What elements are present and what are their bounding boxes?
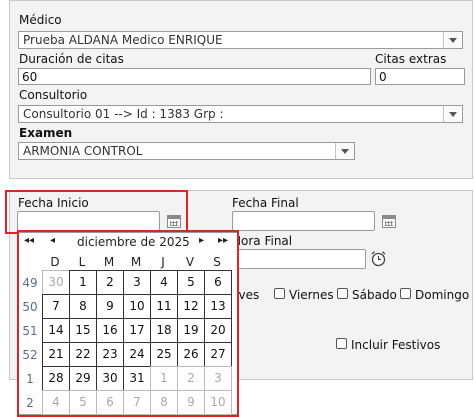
sabado-checkbox[interactable] <box>337 288 348 299</box>
extras-value: 0 <box>379 70 387 84</box>
fecha-inicio-highlight <box>5 190 188 234</box>
duracion-input[interactable]: 60 <box>18 68 371 85</box>
consultorio-value: Consultorio 01 --> Id : 1383 Grp : <box>23 107 224 121</box>
fecha-final-label: Fecha Final <box>232 196 299 210</box>
domingo-checkbox[interactable] <box>400 288 411 299</box>
extras-label: Citas extras <box>375 52 447 66</box>
consultorio-select[interactable]: Consultorio 01 --> Id : 1383 Grp : <box>18 105 463 123</box>
festivos-checkbox[interactable] <box>336 338 347 349</box>
medico-value: Prueba ALDANA Medico ENRIQUE <box>23 33 223 47</box>
medico-label: Médico <box>19 13 62 27</box>
viernes-label: Viernes <box>289 288 334 302</box>
calendar-highlight <box>17 230 239 417</box>
clock-icon[interactable] <box>370 250 387 267</box>
fecha-final-input[interactable] <box>232 211 375 231</box>
examen-select[interactable]: ARMONIA CONTROL <box>18 142 355 160</box>
extras-input[interactable]: 0 <box>375 68 465 85</box>
chevron-down-icon[interactable] <box>443 32 462 48</box>
duracion-value: 60 <box>22 70 38 84</box>
examen-label: Examen <box>19 126 73 140</box>
calendar-icon[interactable] <box>382 215 396 228</box>
festivos-label: Incluir Festivos <box>351 338 441 352</box>
chevron-down-icon[interactable] <box>443 106 462 122</box>
medico-select[interactable]: Prueba ALDANA Medico ENRIQUE <box>18 31 463 49</box>
hora-final-input[interactable] <box>232 249 366 269</box>
examen-value: ARMONIA CONTROL <box>23 144 143 158</box>
consultorio-label: Consultorio <box>19 88 88 102</box>
domingo-label: Domingo <box>415 288 470 302</box>
sabado-label: Sábado <box>352 288 397 302</box>
viernes-checkbox[interactable] <box>274 288 285 299</box>
chevron-down-icon[interactable] <box>335 143 354 159</box>
hora-final-label: Hora Final <box>232 234 293 248</box>
duracion-label: Duración de citas <box>19 52 124 66</box>
